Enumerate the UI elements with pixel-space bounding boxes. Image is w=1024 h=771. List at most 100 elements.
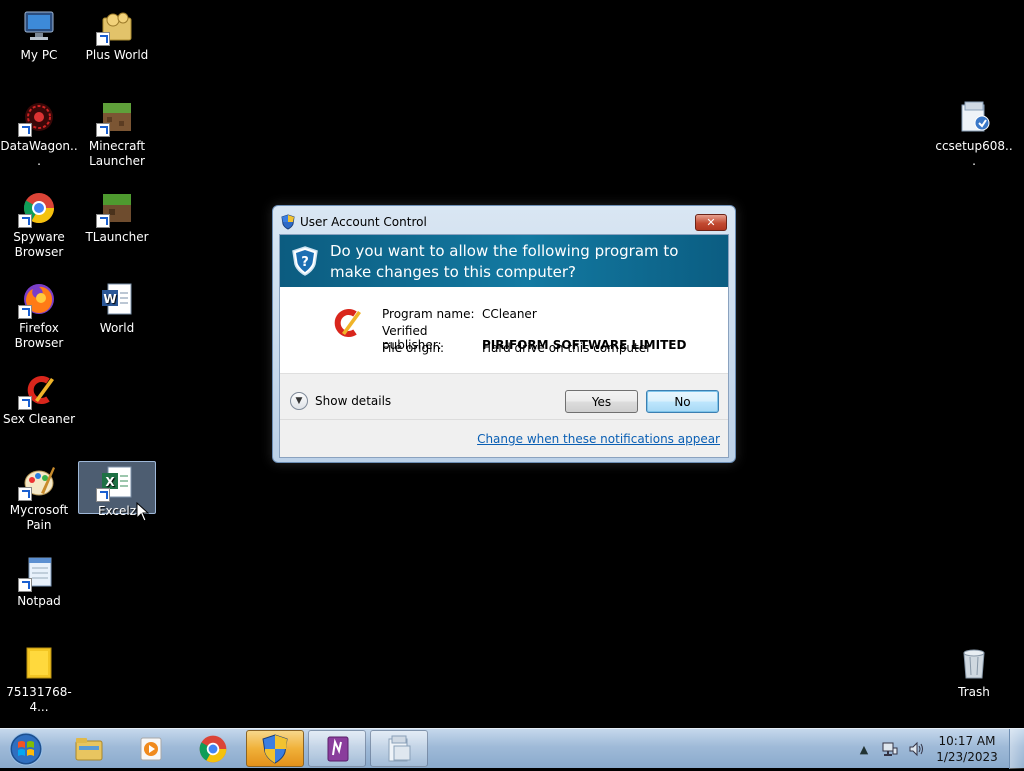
svg-text:X: X (105, 475, 115, 489)
divider (280, 419, 728, 420)
clock-time: 10:17 AM (938, 734, 996, 748)
uac-shield-icon (281, 214, 295, 230)
users-folder-icon (96, 8, 135, 46)
program-info: Program name: CCleaner Verified publisher… (280, 287, 728, 373)
change-notifications-link[interactable]: Change when these notifications appear (477, 432, 720, 446)
desktop-icon-label: Plus World (85, 48, 149, 62)
desktop-icon-notpad[interactable]: Notpad (0, 552, 78, 609)
svg-text:?: ? (301, 255, 309, 270)
desktop-icon-my-pc[interactable]: My PC (0, 6, 78, 63)
media-player-icon (140, 737, 162, 760)
no-button[interactable]: No (646, 390, 719, 413)
desktop-icon-mycrosoft-pain[interactable]: Mycrosoft Pain (0, 461, 78, 533)
desktop-icon-label: Trash (958, 685, 990, 699)
desktop-icon-label: Spyware Browser (13, 230, 65, 259)
origin-key: File origin: (382, 341, 445, 355)
desktop-icon-image-file[interactable]: 75131768-4... (0, 643, 78, 715)
shortcut-arrow-icon (96, 123, 110, 137)
shortcut-arrow-icon (96, 32, 110, 46)
shortcut-arrow-icon (18, 396, 32, 410)
desktop-icon-world[interactable]: W World (78, 279, 156, 336)
clock-date: 1/23/2023 (936, 750, 998, 764)
desktop-icon-label: Sex Cleaner (2, 412, 76, 426)
dialog-banner: ? Do you want to allow the following pro… (280, 235, 728, 287)
taskbar-explorer[interactable] (60, 730, 118, 767)
shortcut-arrow-icon (18, 487, 32, 501)
show-hidden-icons-button[interactable]: ▲ (854, 739, 874, 759)
installer-icon (956, 99, 992, 135)
desktop-icon-spyware-browser[interactable]: Spyware Browser (0, 188, 78, 260)
firefox-icon (18, 281, 57, 319)
dialog-titlebar: User Account Control (281, 213, 427, 231)
chrome-icon (18, 190, 57, 228)
taskbar-media-player[interactable] (122, 730, 180, 767)
desktop-icon-plus-world[interactable]: Plus World (78, 6, 156, 63)
uac-shield-icon (262, 733, 288, 764)
origin-value: Hard drive on this computer (482, 341, 652, 355)
uac-question: Do you want to allow the following progr… (330, 242, 679, 281)
datawagon-icon (18, 99, 57, 137)
desktop-icon-minecraft-launcher[interactable]: Minecraft Launcher (78, 97, 156, 169)
notebook-icon (327, 736, 349, 761)
program-name-key: Program name: (382, 307, 475, 321)
windows-logo-icon (9, 732, 43, 766)
minecraft-icon (96, 99, 135, 137)
shortcut-arrow-icon (18, 123, 32, 137)
ccleaner-icon (328, 305, 364, 341)
desktop-icon-label: Firefox Browser (14, 321, 64, 350)
show-desktop-button[interactable] (1009, 729, 1024, 769)
desktop-icon-firefox-browser[interactable]: Firefox Browser (0, 279, 78, 351)
desktop-icon-sex-cleaner[interactable]: Sex Cleaner (0, 370, 78, 427)
image-file-icon (21, 645, 57, 681)
desktop-icon-tlauncher[interactable]: TLauncher (78, 188, 156, 245)
desktop-icon-ccsetup[interactable]: ccsetup608... (935, 97, 1013, 169)
program-name-value: CCleaner (482, 307, 537, 321)
show-details-toggle[interactable]: ▼ Show details (290, 392, 391, 410)
mouse-cursor-icon (136, 502, 150, 522)
desktop-icon-label: DataWagon... (0, 139, 78, 168)
clock[interactable]: 10:17 AM 1/23/2023 (929, 733, 1005, 765)
taskbar-chrome[interactable] (184, 730, 242, 767)
close-icon: ✕ (706, 216, 716, 229)
desktop-icon-label: World (99, 321, 135, 335)
dialog-title: User Account Control (300, 215, 427, 229)
origin-row: File origin: Hard drive on this computer (382, 341, 651, 355)
dialog-footer: ▼ Show details Yes No Change when these … (280, 373, 728, 457)
yes-button[interactable]: Yes (565, 390, 638, 413)
desktop: My PC DataWagon... Spyware Browser Firef… (0, 0, 1024, 728)
computer-icon (21, 8, 57, 44)
show-details-label: Show details (315, 394, 392, 408)
start-button[interactable] (6, 731, 46, 767)
volume-icon[interactable] (906, 739, 926, 759)
system-tray: ▲ 10:17 AM 1/23/2023 (851, 729, 1024, 769)
desktop-icon-label: TLauncher (85, 230, 149, 244)
excel-icon: X (96, 464, 135, 502)
program-name-row: Program name: CCleaner (382, 307, 537, 321)
taskbar-uac-shield[interactable] (246, 730, 304, 767)
banner-shield-icon: ? (291, 245, 319, 277)
taskbar-installer[interactable] (370, 730, 428, 767)
recycle-bin-icon (956, 645, 992, 681)
taskbar: ▲ 10:17 AM 1/23/2023 (0, 728, 1024, 769)
chevron-down-icon: ▼ (290, 392, 308, 410)
shortcut-arrow-icon (96, 488, 110, 502)
notepad-icon (18, 554, 57, 592)
desktop-icon-label: Notpad (17, 594, 61, 608)
taskbar-onenote[interactable] (308, 730, 366, 767)
desktop-icon-label: My PC (20, 48, 58, 62)
desktop-icon-label: ccsetup608... (935, 139, 1013, 168)
desktop-icon-label: Minecraft Launcher (88, 139, 146, 168)
desktop-icon-label: 75131768-4... (6, 685, 72, 714)
network-icon[interactable] (880, 739, 900, 759)
desktop-icon-trash[interactable]: Trash (935, 643, 1013, 700)
chrome-icon (199, 735, 227, 762)
ccleaner-icon (18, 372, 57, 410)
desktop-icon-label: Mycrosoft Pain (9, 503, 69, 532)
close-button[interactable]: ✕ (695, 214, 727, 231)
desktop-icon-datawagon[interactable]: DataWagon... (0, 97, 78, 169)
dialog-body: ? Do you want to allow the following pro… (279, 234, 729, 458)
tlauncher-icon (96, 190, 135, 228)
uac-dialog: User Account Control ✕ ? Do you want to … (272, 205, 736, 463)
paint-icon (18, 463, 57, 501)
shortcut-arrow-icon (18, 578, 32, 592)
